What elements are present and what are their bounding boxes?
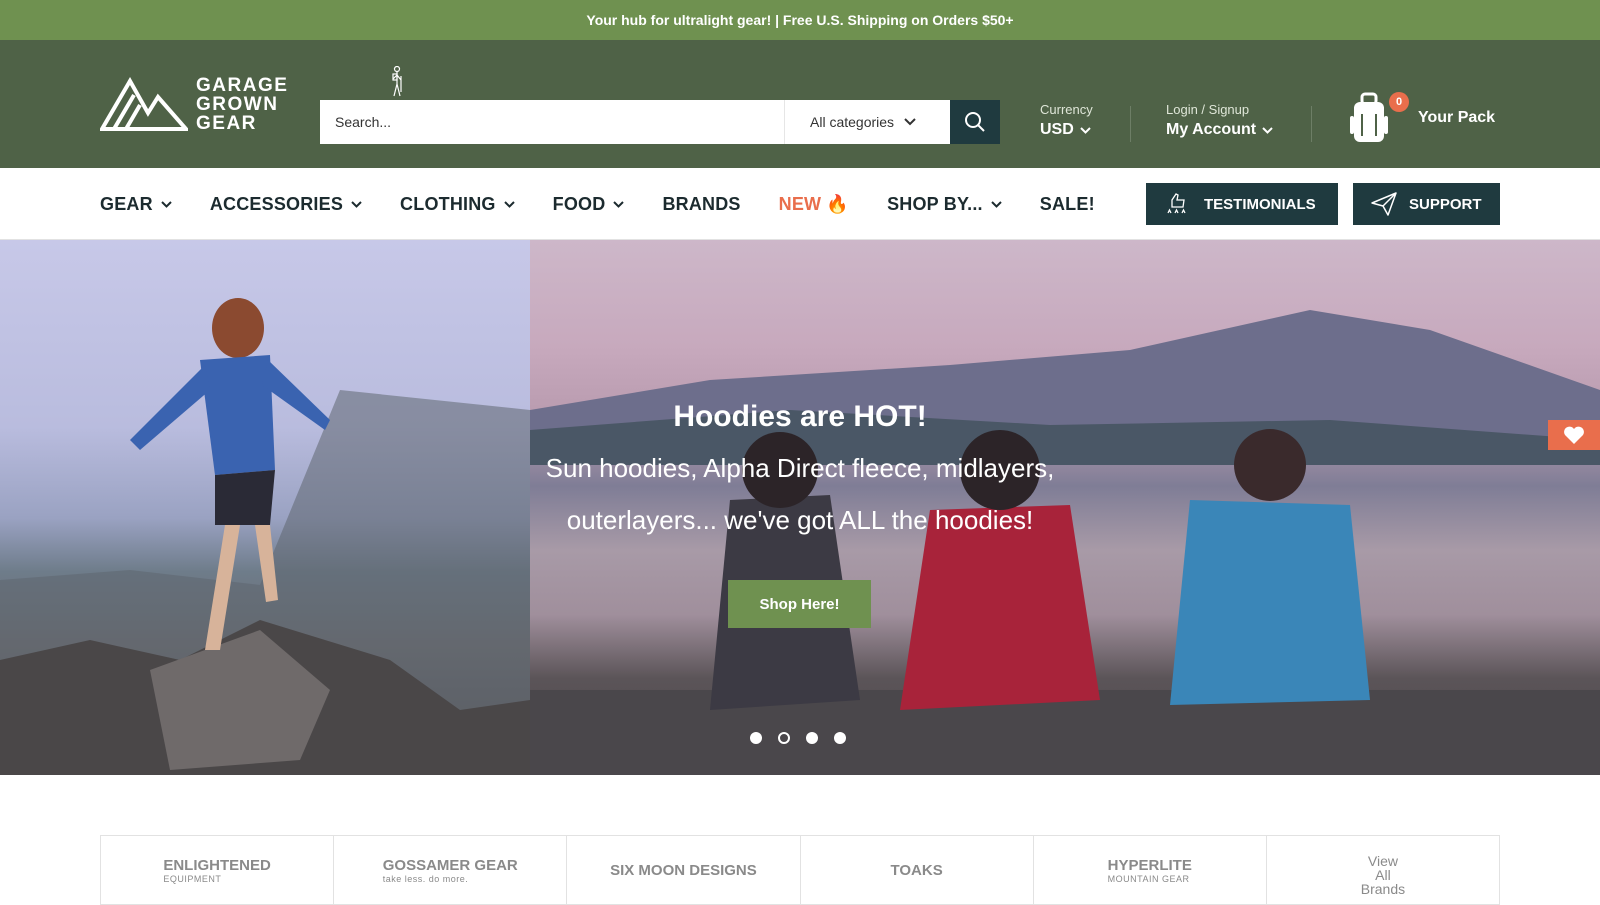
nav-item-clothing[interactable]: CLOTHING [400,194,515,215]
nav-item-label: GEAR [100,193,153,214]
nav-item-accessories[interactable]: ACCESSORIES [210,194,362,215]
view-all-brands-link[interactable]: View All Brands [1267,836,1499,904]
brand-name: HYPERLITE MOUNTAIN GEAR [1108,857,1192,884]
brand-logo[interactable]: TOAKS [801,836,1034,904]
currency-value: USD [1040,121,1074,138]
category-select-label: All categories [810,114,895,130]
support-label: SUPPORT [1409,195,1482,213]
account-menu[interactable]: Login / Signup My Account [1166,102,1273,139]
wishlist-button[interactable] [1548,420,1600,450]
brand-tagline: take less. do more. [382,873,469,884]
chevron-down-icon [1262,126,1273,134]
category-select[interactable]: All categories [784,100,950,144]
currency-selector[interactable]: Currency USD [1040,102,1093,139]
header-divider [1130,106,1131,142]
nav-item-brands[interactable]: BRANDS [662,194,740,215]
brand-logos-row: ENLIGHTENED EQUIPMENT GOSSAMER GEAR take le… [100,835,1500,905]
testimonials-label: TESTIMONIALS [1204,195,1316,213]
nav-item-label: NEW 🔥 [778,193,850,214]
nav-item-new[interactable]: NEW 🔥 [779,194,849,215]
announcement-text: Your hub for ultralight gear! | Free U.S… [586,12,1014,28]
announcement-bar: Your hub for ultralight gear! | Free U.S… [0,0,1600,40]
logo-line-1: GARAGE [196,75,289,96]
hero-left-scene [0,298,530,775]
brand-logo[interactable]: HYPERLITE MOUNTAIN GEAR [1034,836,1267,904]
testimonials-button[interactable]: TESTIMONIALS [1146,183,1338,225]
heart-icon [1564,426,1584,444]
carousel-dot[interactable] [750,732,762,744]
brand-logo[interactable]: GOSSAMER GEAR take less. do more. [334,836,568,904]
nav-item-shop-by[interactable]: SHOP BY... [887,194,1002,215]
nav-item-label: CLOTHING [400,193,496,214]
chevron-down-icon [161,200,172,208]
search-button[interactable] [950,100,1000,144]
nav-item-sale[interactable]: SALE! [1040,194,1095,215]
nav-item-food[interactable]: FOOD [553,194,625,215]
brand-tagline: MOUNTAIN GEAR [1107,873,1190,884]
header-divider [1311,106,1312,142]
carousel-dot[interactable] [778,732,790,744]
hero-left-image [0,240,530,775]
nav-item-label: BRANDS [662,193,741,214]
nav-item-label: FOOD [552,193,606,214]
carousel-dot[interactable] [834,732,846,744]
brand-logo[interactable]: SIX MOON DESIGNS [567,836,801,904]
logo[interactable]: GARAGE GROWN GEAR [100,76,288,133]
search-input[interactable] [320,100,784,144]
carousel-dots [750,732,846,744]
brand-name: SIX MOON DESIGNS [610,862,757,879]
main-nav: GEAR ACCESSORIES CLOTHING FOOD BRANDS NEW 🔥 SH… [0,168,1600,240]
view-all-brands-word: Brands [1360,881,1406,897]
chevron-down-icon [1080,126,1091,134]
thumbs-up-icon [1167,193,1186,214]
brand-logo[interactable]: ENLIGHTENED EQUIPMENT [101,836,335,904]
brand-name-text: HYPERLITE [1107,856,1192,874]
logo-line-3: GEAR [196,113,257,134]
chevron-down-icon [991,200,1002,208]
brand-name: ENLIGHTENED EQUIPMENT [163,857,271,884]
carousel-dot[interactable] [806,732,818,744]
nav-item-label: SHOP BY... [887,193,983,214]
chevron-down-icon [351,200,362,208]
account-label: Login / Signup [1166,102,1250,117]
nav-item-label: SALE! [1039,193,1095,214]
shop-here-button[interactable]: Shop Here! [728,580,871,628]
search-bar: All categories [320,100,1000,144]
currency-label: Currency [1040,102,1093,117]
account-value: My Account [1166,121,1257,138]
chevron-down-icon [503,200,515,208]
nav-item-gear[interactable]: GEAR [100,194,172,215]
hiker-icon [392,66,402,97]
nav-menu: GEAR ACCESSORIES CLOTHING FOOD BRANDS NEW 🔥 SH… [100,168,1095,240]
cart-button[interactable]: 0 Your Pack [1350,92,1495,144]
cart-label: Your Pack [1418,109,1496,126]
brand-name: TOAKS [890,862,942,879]
support-button[interactable]: SUPPORT [1353,183,1500,225]
header: GARAGE GROWN GEAR All categories Currenc… [0,40,1600,168]
brand-name-text: TOAKS [890,861,943,879]
hero-title: Hoodies are HOT! [673,400,927,433]
logo-line-2: GROWN [196,94,279,115]
hero-text: Hoodies are HOT! Sun hoodies, Alpha Dire… [530,400,1070,546]
paper-plane-icon [1371,192,1397,216]
hero-carousel: Hoodies are HOT! Sun hoodies, Alpha Dire… [0,240,1600,775]
chevron-down-icon [613,200,625,208]
view-all-brands-word: View [1367,853,1398,869]
brand-tagline: EQUIPMENT [163,873,222,884]
logo-text: GARAGE GROWN GEAR [196,76,288,133]
mountain-logo-icon [100,76,188,131]
brand-name-text: SIX MOON DESIGNS [610,861,757,879]
chevron-down-icon [904,118,916,126]
nav-item-label: ACCESSORIES [209,193,344,214]
hero-subtitle: Sun hoodies, Alpha Direct fleece, midlay… [545,453,1055,535]
cart-count-badge: 0 [1389,92,1409,112]
brand-name: GOSSAMER GEAR take less. do more. [383,857,518,884]
brand-name-text: GOSSAMER GEAR [382,856,518,874]
search-icon [965,112,985,132]
view-all-brands-word: All [1375,867,1391,883]
backpack-icon [1350,92,1388,142]
brand-name-text: ENLIGHTENED [163,856,271,874]
